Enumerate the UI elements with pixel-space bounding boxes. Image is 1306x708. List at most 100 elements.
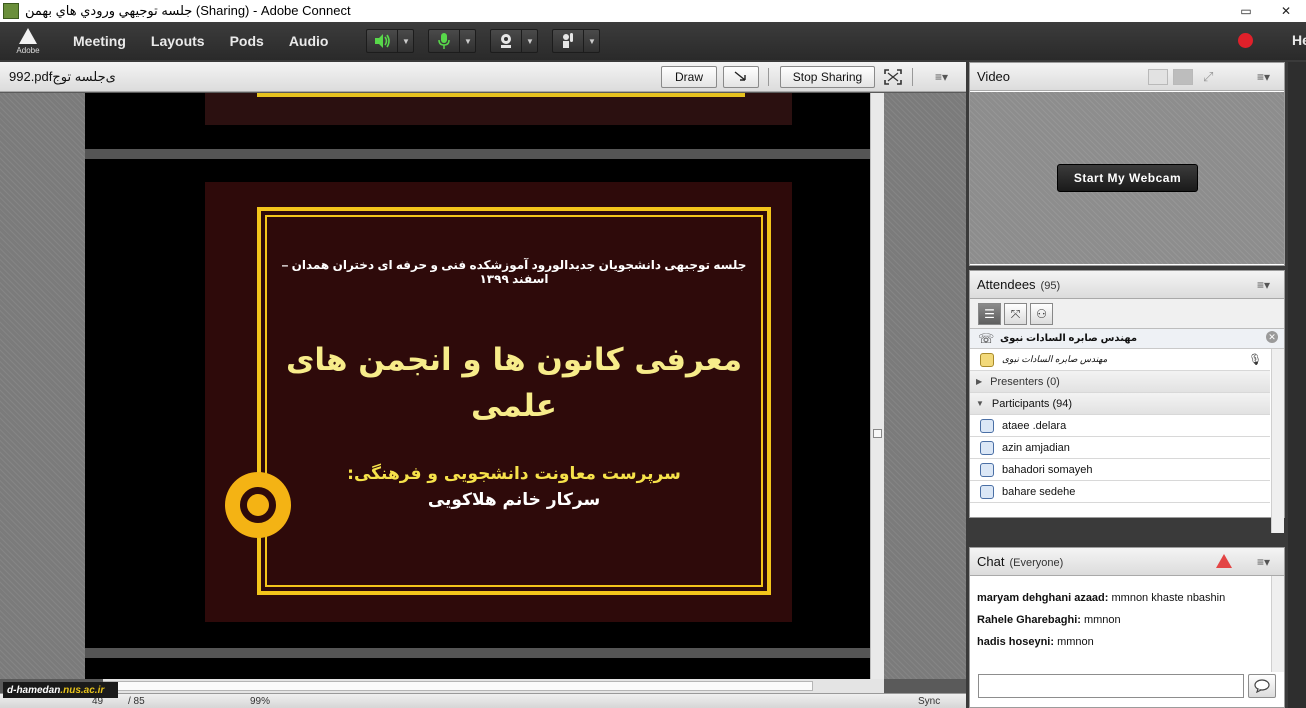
- video-fullscreen-icon[interactable]: ⤢: [1203, 69, 1223, 85]
- phone-icon: ☏: [978, 331, 995, 346]
- chat-message: hadis hoseyni: mmnon: [977, 636, 1094, 648]
- watermark-domain: .nus.ac.ir: [60, 684, 105, 696]
- clear-circle-icon[interactable]: ✕: [1266, 331, 1278, 343]
- attendees-list: مهندس صابره السادات نبوی 🎙 ▶ Presenters …: [970, 349, 1284, 533]
- page-total: / 85: [128, 696, 145, 707]
- recording-indicator-icon[interactable]: [1238, 33, 1253, 48]
- warning-icon[interactable]: [1216, 554, 1232, 568]
- draw-button[interactable]: Draw: [661, 66, 717, 88]
- attendees-view-toolbar: ☰ ⤧ ⚇: [970, 299, 1284, 329]
- scrollbar-grip-icon[interactable]: [873, 429, 882, 438]
- list-item[interactable]: مهندس صابره السادات نبوی 🎙: [970, 349, 1270, 371]
- menu-audio[interactable]: Audio: [289, 33, 329, 49]
- collapsed-triangle-icon: ▶: [976, 377, 983, 386]
- status-view-button[interactable]: ⚇: [1030, 303, 1053, 325]
- speaker-dropdown[interactable]: ▼: [398, 29, 415, 53]
- attendees-pod-menu-icon[interactable]: ≡▾: [1257, 278, 1270, 292]
- document-horizontal-scrollbar[interactable]: [103, 679, 884, 693]
- restore-window-button[interactable]: ▭: [1226, 4, 1266, 18]
- host-audio-row[interactable]: ☏ مهندس صابره السادات نبوی ✕: [970, 329, 1284, 349]
- filmstrip-view-icon[interactable]: [1173, 69, 1193, 85]
- header-divider: [768, 68, 769, 86]
- slide-main-title-line1: معرفی کانون ها و انجمن های: [285, 342, 743, 378]
- grid-view-icon[interactable]: [1148, 69, 1168, 85]
- menu-pods[interactable]: Pods: [230, 33, 264, 49]
- menu-layouts[interactable]: Layouts: [151, 33, 205, 49]
- participant-icon: [980, 484, 994, 499]
- attendees-pod-title: Attendees (95): [977, 277, 1060, 292]
- horizontal-scroll-thumb[interactable]: [103, 681, 813, 691]
- microphone-dropdown[interactable]: ▼: [460, 29, 477, 53]
- list-item[interactable]: bahare sedehe: [970, 481, 1270, 503]
- previous-slide-edge: [205, 93, 792, 125]
- chat-send-button[interactable]: [1248, 674, 1276, 698]
- video-pod-menu-icon[interactable]: ≡▾: [1257, 70, 1270, 84]
- expanded-triangle-icon: ▼: [976, 399, 984, 408]
- share-pod-title: 992.pdfی‌جلسه توج: [9, 69, 116, 84]
- speaker-button[interactable]: [366, 29, 399, 53]
- adobe-logo-text: Adobe: [16, 45, 40, 55]
- adobe-logo-icon: [19, 27, 37, 44]
- participants-section[interactable]: ▼ Participants (94): [970, 393, 1270, 415]
- start-webcam-button[interactable]: Start My Webcam: [1057, 164, 1198, 192]
- breakout-view-button[interactable]: ⤧: [1004, 303, 1027, 325]
- list-item[interactable]: ataee .delara: [970, 415, 1270, 437]
- pointer-button[interactable]: [723, 66, 759, 88]
- participant-name: ataee .delara: [1002, 419, 1067, 432]
- share-pod-menu-icon[interactable]: ≡▾: [935, 70, 948, 84]
- college-logo-inner: [240, 487, 276, 523]
- college-logo-icon: [225, 472, 291, 538]
- header-divider: [912, 68, 913, 86]
- list-item[interactable]: azin amjadian: [970, 437, 1270, 459]
- host-name-item: مهندس صابره السادات نبوی: [1002, 354, 1108, 364]
- microphone-button[interactable]: [428, 29, 461, 53]
- slide-header-text: جلسه توجیهی دانشجویان جدیدالورود آموزشکد…: [281, 258, 747, 286]
- chat-sender: hadis hoseyni:: [977, 636, 1055, 648]
- menu-help[interactable]: He: [1292, 32, 1306, 48]
- chat-pod: Chat (Everyone) ≡▾ maryam dehghani azaad:…: [969, 547, 1285, 708]
- list-item[interactable]: bahadori somayeh: [970, 459, 1270, 481]
- close-window-button[interactable]: ✕: [1266, 4, 1306, 18]
- chat-text: mmnon: [1083, 614, 1121, 626]
- status-dropdown[interactable]: ▼: [584, 29, 601, 53]
- menu-meeting[interactable]: Meeting: [73, 33, 126, 49]
- page-separator: [85, 648, 870, 658]
- webcam-button[interactable]: [490, 29, 523, 53]
- video-pod-header: Video ⤢ ≡▾: [970, 63, 1284, 91]
- chat-scope: (Everyone): [1009, 557, 1064, 569]
- chat-message: Rahele Gharebaghi: mmnon: [977, 614, 1121, 626]
- chat-pod-menu-icon[interactable]: ≡▾: [1257, 555, 1270, 569]
- presenters-section[interactable]: ▶ Presenters (0): [970, 371, 1270, 393]
- chat-scrollbar[interactable]: [1271, 576, 1284, 672]
- attendees-pod-header: Attendees (95) ≡▾: [970, 271, 1284, 299]
- share-pod-footer: 49 / 85 99% Sync: [0, 693, 966, 708]
- host-icon: [980, 352, 994, 367]
- attendees-scrollbar[interactable]: [1271, 349, 1284, 533]
- zoom-select[interactable]: 99%: [250, 696, 270, 707]
- pdf-viewer[interactable]: جلسه توجیهی دانشجویان جدیدالورود آموزشکد…: [85, 93, 870, 679]
- webcam-dropdown[interactable]: ▼: [522, 29, 539, 53]
- adobe-logo: Adobe: [8, 22, 48, 60]
- breakout-icon: ⤧: [1010, 306, 1021, 321]
- document-vertical-scrollbar[interactable]: [870, 93, 884, 679]
- raise-hand-icon: [563, 33, 574, 48]
- fullscreen-button[interactable]: [884, 69, 902, 90]
- chat-input[interactable]: [978, 674, 1244, 698]
- slide-main-title-line2: علمی: [471, 388, 557, 424]
- list-view-button[interactable]: ☰: [978, 303, 1001, 325]
- current-slide: جلسه توجیهی دانشجویان جدیدالورود آموزشکد…: [205, 182, 792, 622]
- slide-subtitle-name: سرکار خانم هلاکویی: [427, 490, 601, 510]
- chat-pod-title: Chat (Everyone): [977, 554, 1063, 569]
- speaker-icon: [375, 34, 391, 48]
- slide-main-title: معرفی کانون ها و انجمن های علمی: [265, 337, 763, 429]
- mic-active-icon: 🎙: [1248, 354, 1262, 366]
- attendees-title-text: Attendees: [977, 277, 1036, 292]
- sync-button[interactable]: Sync: [918, 696, 940, 707]
- raise-hand-button[interactable]: [552, 29, 585, 53]
- chat-text: mmnon: [1057, 636, 1094, 648]
- chat-sender: maryam dehghani azaad:: [977, 592, 1109, 604]
- attendees-count: (95): [1040, 280, 1061, 292]
- participant-icon: [980, 462, 994, 477]
- chat-text: mmnon khaste nbashin: [1111, 592, 1226, 604]
- stop-sharing-button[interactable]: Stop Sharing: [780, 66, 875, 88]
